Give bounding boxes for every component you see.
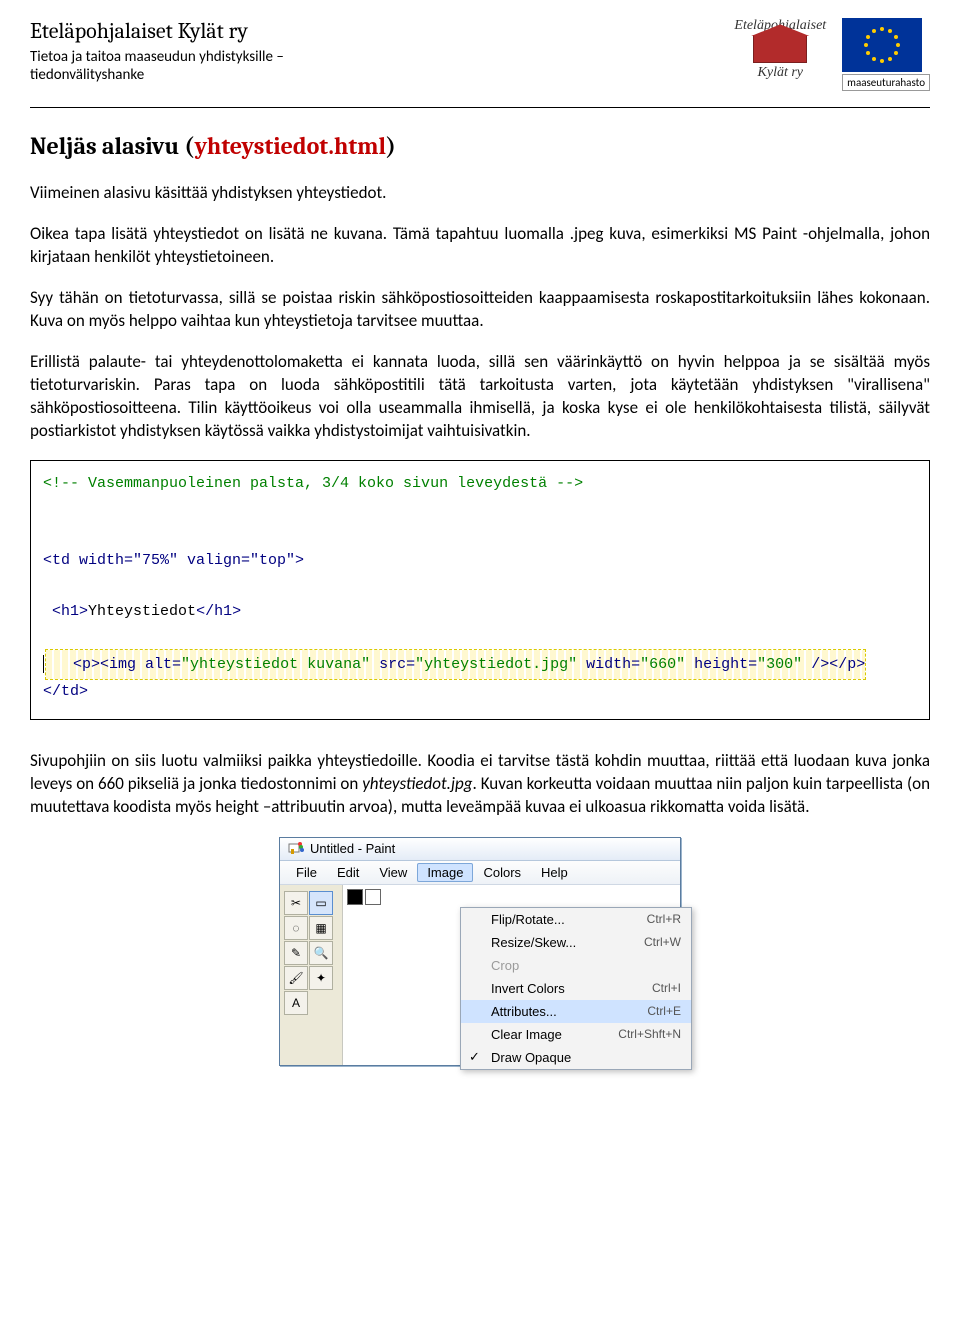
title-suffix: ) (386, 132, 396, 160)
menuitem-label: Clear Image (491, 1027, 562, 1042)
header-divider (30, 107, 930, 108)
paragraph-1: Viimeinen alasivu käsittää yhdistyksen y… (30, 182, 930, 205)
tool-eraser[interactable]: ◌ (284, 916, 308, 940)
menu-file[interactable]: File (286, 863, 327, 882)
swatch-white[interactable] (365, 889, 381, 905)
org-name: Eteläpohjalaiset Kylät ry (30, 18, 734, 44)
menuitem-clear-image[interactable]: Clear Image Ctrl+Shft+N (461, 1023, 691, 1046)
paragraph-5: Sivupohjiin on siis luotu valmiiksi paik… (30, 750, 930, 819)
tool-select[interactable]: ▭ (309, 891, 333, 915)
title-prefix: Neljäs alasivu ( (30, 132, 195, 160)
menuitem-invert-colors[interactable]: Invert Colors Ctrl+I (461, 977, 691, 1000)
section-title: Neljäs alasivu (yhteystiedot.html) (30, 132, 930, 160)
page-header: Eteläpohjalaiset Kylät ry Tietoa ja tait… (30, 18, 930, 91)
menuitem-attributes[interactable]: Attributes... Ctrl+E (461, 1000, 691, 1023)
tool-pencil[interactable]: ✎ (284, 941, 308, 965)
menu-colors[interactable]: Colors (473, 863, 531, 882)
text-caret (43, 655, 44, 673)
title-filename: yhteystiedot.html (195, 132, 386, 160)
menuitem-label: Flip/Rotate... (491, 912, 565, 927)
menuitem-crop: Crop (461, 954, 691, 977)
menuitem-shortcut: Ctrl+I (652, 981, 681, 995)
menuitem-shortcut: Ctrl+E (647, 1004, 681, 1018)
mspaint-menubar: FileEditViewImageColorsHelp (280, 861, 680, 885)
menu-edit[interactable]: Edit (327, 863, 369, 882)
tool-text[interactable]: A (284, 991, 308, 1015)
code-td-close: </td> (43, 683, 88, 700)
mspaint-title-text: Untitled - Paint (310, 841, 395, 856)
paragraph-2: Oikea tapa lisätä yhteystiedot on lisätä… (30, 223, 930, 269)
menuitem-shortcut: Ctrl+Shft+N (618, 1027, 681, 1041)
menuitem-label: Resize/Skew... (491, 935, 576, 950)
check-icon: ✓ (469, 1049, 480, 1065)
mspaint-image-menu-dropdown: Flip/Rotate... Ctrl+R Resize/Skew... Ctrl+W… (460, 907, 692, 1070)
menuitem-draw-opaque[interactable]: ✓ Draw Opaque (461, 1046, 691, 1069)
kylat-logo: Eteläpohjalaiset Kylät ry (734, 18, 826, 83)
menuitem-label: Draw Opaque (491, 1050, 571, 1065)
tool-fill[interactable]: ▦ (309, 916, 333, 940)
menuitem-flip-rotate[interactable]: Flip/Rotate... Ctrl+R (461, 908, 691, 931)
code-comment: <!-- Vasemmanpuoleinen palsta, 3/4 koko … (43, 475, 583, 492)
mspaint-toolbox: ✂▭◌▦✎🔍🖌✦A (280, 885, 343, 1065)
paragraph-3: Syy tähän on tietoturvassa, sillä se poi… (30, 287, 930, 333)
tool-brush[interactable]: 🖌 (284, 966, 308, 990)
menu-image[interactable]: Image (417, 863, 473, 882)
header-subline1: Tietoa ja taitoa maaseudun yhdistyksille… (30, 48, 734, 66)
menuitem-label: Crop (491, 958, 519, 973)
tool-freeform-select[interactable]: ✂ (284, 891, 308, 915)
swatch-black[interactable] (347, 889, 363, 905)
menuitem-shortcut: Ctrl+W (644, 935, 681, 949)
paragraph-4: Erillistä palaute- tai yhteydenottolomak… (30, 351, 930, 443)
code-highlight-line: <p><img alt="yhteystiedot kuvana" src="y… (46, 650, 865, 680)
eu-caption: maaseuturahasto (842, 74, 930, 91)
mspaint-app-icon (288, 841, 304, 857)
house-icon (753, 35, 807, 63)
tool-magnifier[interactable]: 🔍 (309, 941, 333, 965)
menuitem-shortcut: Ctrl+R (647, 912, 681, 926)
menuitem-resize-skew[interactable]: Resize/Skew... Ctrl+W (461, 931, 691, 954)
logo-text-bottom: Kylät ry (758, 65, 804, 80)
mspaint-titlebar: Untitled - Paint (280, 838, 680, 861)
header-subline2: tiedonvälityshanke (30, 66, 734, 84)
mspaint-window: Untitled - Paint FileEditViewImageColors… (279, 837, 681, 1066)
menuitem-label: Invert Colors (491, 981, 565, 996)
code-td-open: <td width="75%" valign="top"> (43, 552, 304, 569)
tool-airbrush[interactable]: ✦ (309, 966, 333, 990)
code-snippet-box: <!-- Vasemmanpuoleinen palsta, 3/4 koko … (30, 460, 930, 720)
eu-flag-icon (842, 18, 922, 72)
eu-logo: maaseuturahasto (842, 18, 930, 91)
menu-help[interactable]: Help (531, 863, 578, 882)
menuitem-label: Attributes... (491, 1004, 557, 1019)
para5-filename: yhteystiedot.jpg (362, 773, 472, 794)
menu-view[interactable]: View (369, 863, 417, 882)
mspaint-color-swatches (343, 885, 385, 909)
